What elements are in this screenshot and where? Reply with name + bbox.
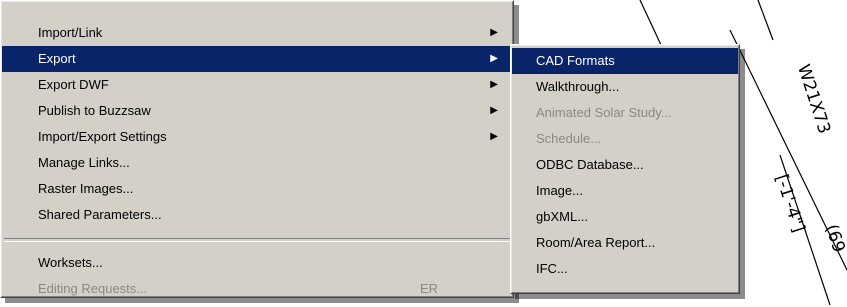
menu-item-import-link[interactable]: Import/Link ▶ [2, 20, 512, 46]
submenu-item-label: Animated Solar Study... [536, 105, 672, 120]
submenu-arrow-icon: ▶ [490, 79, 498, 90]
menu-item-editing-requests[interactable]: Editing Requests... ER [2, 276, 512, 302]
submenu-item-ifc[interactable]: IFC... [512, 256, 738, 282]
menu-item-label: Publish to Buzzsaw [38, 103, 151, 118]
submenu-item-gbxml[interactable]: gbXML... [512, 204, 738, 230]
file-menu: Import/Link ▶ Export ▶ Export DWF ▶ Publ… [0, 0, 514, 298]
menu-item-label: Import/Export Settings [38, 129, 167, 144]
submenu-item-label: gbXML... [536, 209, 589, 224]
submenu-arrow-icon: ▶ [490, 27, 498, 38]
menu-item-manage-links[interactable]: Manage Links... [2, 150, 512, 176]
menu-separator [4, 238, 510, 242]
menu-item-label: Raster Images... [38, 181, 134, 196]
submenu-item-animated-solar-study[interactable]: Animated Solar Study... [512, 100, 738, 126]
submenu-arrow-icon: ▶ [490, 105, 498, 116]
submenu-item-schedule[interactable]: Schedule... [512, 126, 738, 152]
menu-item-worksets[interactable]: Worksets... [2, 250, 512, 276]
menu-item-import-export-settings[interactable]: Import/Export Settings ▶ [2, 124, 512, 150]
menu-item-export-dwf[interactable]: Export DWF ▶ [2, 72, 512, 98]
menu-item-accelerator: ER [420, 281, 439, 296]
submenu-item-room-area-report[interactable]: Room/Area Report... [512, 230, 738, 256]
submenu-item-label: Walkthrough... [536, 79, 620, 94]
menu-item-label: Import/Link [38, 25, 103, 40]
menu-item-label: Editing Requests... [38, 281, 148, 296]
submenu-arrow-icon: ▶ [490, 53, 498, 64]
menu-item-raster-images[interactable]: Raster Images... [2, 176, 512, 202]
menu-item-shared-parameters[interactable]: Shared Parameters... [2, 202, 512, 228]
submenu-item-label: Schedule... [536, 131, 602, 146]
menu-item-label: Shared Parameters... [38, 207, 162, 222]
submenu-item-cad-formats[interactable]: CAD Formats [512, 48, 738, 74]
grid-line [757, 0, 774, 41]
menu-item-export[interactable]: Export ▶ [2, 46, 512, 72]
submenu-item-label: CAD Formats [536, 53, 615, 68]
submenu-item-label: ODBC Database... [536, 157, 644, 172]
menu-item-label: Worksets... [38, 255, 103, 270]
submenu-item-label: Room/Area Report... [536, 235, 656, 250]
menu-item-label: Export DWF [38, 77, 109, 92]
submenu-item-label: IFC... [536, 261, 568, 276]
menu-item-label: Manage Links... [38, 155, 130, 170]
submenu-item-walkthrough[interactable]: Walkthrough... [512, 74, 738, 100]
submenu-item-odbc-database[interactable]: ODBC Database... [512, 152, 738, 178]
menu-item-label: Export [38, 51, 76, 66]
submenu-arrow-icon: ▶ [490, 131, 498, 142]
export-submenu: CAD Formats Walkthrough... Animated Sola… [510, 44, 740, 294]
menu-item-publish-buzzsaw[interactable]: Publish to Buzzsaw ▶ [2, 98, 512, 124]
submenu-item-label: Image... [536, 183, 583, 198]
submenu-item-image[interactable]: Image... [512, 178, 738, 204]
